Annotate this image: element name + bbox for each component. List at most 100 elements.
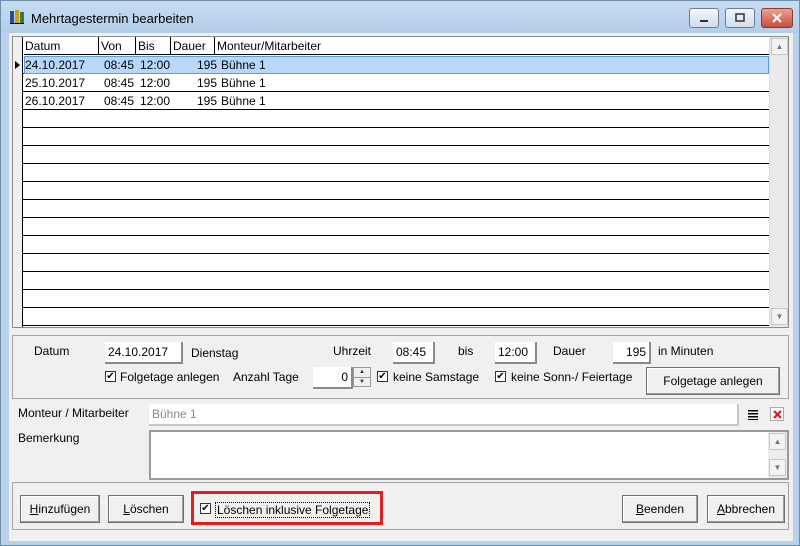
beenden-button[interactable]: Beenden xyxy=(622,495,698,523)
keine-samstage-checkbox[interactable]: ✔ xyxy=(377,371,388,382)
column-header-von[interactable]: Von xyxy=(101,39,122,53)
minimize-icon xyxy=(700,20,708,22)
anzahl-tage-spinner[interactable]: ▲ ▼ xyxy=(353,367,371,387)
abbrechen-button[interactable]: Abbrechen xyxy=(707,495,785,523)
empty-table-row xyxy=(13,164,769,182)
scroll-down-icon[interactable]: ▼ xyxy=(771,308,788,325)
anzahl-tage-field[interactable]: 0 xyxy=(313,367,353,389)
hinzufuegen-button[interactable]: Hinzufügen xyxy=(20,495,100,523)
column-header-datum[interactable]: Datum xyxy=(25,39,60,53)
folgetage-checkbox-label: Folgetage anlegen xyxy=(120,370,220,384)
cell-von: 08:45 xyxy=(104,58,135,72)
maximize-icon xyxy=(735,13,745,22)
cell-dauer: 195 xyxy=(196,94,217,108)
cell-dauer: 195 xyxy=(196,76,217,90)
grid-rows: 24.10.2017 08:45 12:00 195 Bühne 1 25.10… xyxy=(13,56,769,326)
bemerkung-label: Bemerkung xyxy=(18,431,80,445)
appointment-detail-panel: Datum 24.10.2017 Dienstag Uhrzeit 08:45 … xyxy=(12,335,789,399)
window-title: Mehrtagestermin bearbeiten xyxy=(31,11,194,26)
keine-sonn-checkbox[interactable]: ✔ xyxy=(495,371,506,382)
dialog-window: Mehrtagestermin bearbeiten Datum Von Bis… xyxy=(0,0,800,546)
column-header-dauer[interactable]: Dauer xyxy=(173,39,206,53)
loeschen-folgetage-label[interactable]: Löschen inklusive Folgetage xyxy=(215,502,371,518)
title-bar[interactable]: Mehrtagestermin bearbeiten xyxy=(1,1,799,33)
empty-table-row xyxy=(13,218,769,236)
empty-table-row xyxy=(13,236,769,254)
spin-down-icon[interactable]: ▼ xyxy=(354,377,370,386)
table-row[interactable]: 24.10.2017 08:45 12:00 195 Bühne 1 xyxy=(13,56,769,74)
app-icon xyxy=(10,10,24,24)
memo-scrollbar[interactable]: ▲ ▼ xyxy=(768,432,787,478)
hinzufuegen-label: inzufügen xyxy=(38,502,91,516)
close-button[interactable] xyxy=(761,8,793,28)
dauer-field[interactable]: 195 xyxy=(613,342,651,364)
cell-monteur: Bühne 1 xyxy=(221,94,266,108)
cell-monteur: Bühne 1 xyxy=(221,76,266,90)
clear-monteur-button[interactable] xyxy=(770,407,784,421)
maximize-button[interactable] xyxy=(725,8,755,28)
keine-samstage-label: keine Samstage xyxy=(393,370,480,384)
scroll-up-icon[interactable]: ▲ xyxy=(769,433,786,450)
anzahl-tage-label: Anzahl Tage xyxy=(233,370,299,384)
appointments-grid[interactable]: Datum Von Bis Dauer Monteur/Mitarbeiter … xyxy=(12,36,789,328)
cell-datum: 24.10.2017 xyxy=(25,58,86,72)
grid-header: Datum Von Bis Dauer Monteur/Mitarbeiter xyxy=(24,37,769,55)
abbrechen-label: bbrechen xyxy=(724,502,776,516)
minutes-label: in Minuten xyxy=(658,344,714,358)
cell-datum: 25.10.2017 xyxy=(25,76,86,90)
empty-table-row xyxy=(13,110,769,128)
minimize-button[interactable] xyxy=(689,8,719,28)
empty-table-row xyxy=(13,254,769,272)
column-header-monteur[interactable]: Monteur/Mitarbeiter xyxy=(217,39,321,53)
folgetage-checkbox[interactable]: ✔ xyxy=(105,371,116,382)
dauer-label: Dauer xyxy=(553,344,586,358)
empty-table-row xyxy=(13,128,769,146)
cell-bis: 12:00 xyxy=(140,58,171,72)
cell-von: 08:45 xyxy=(104,76,135,90)
list-icon[interactable] xyxy=(747,408,759,420)
empty-table-row xyxy=(13,200,769,218)
cell-bis: 12:00 xyxy=(140,76,171,90)
datum-field[interactable]: 24.10.2017 xyxy=(105,342,183,364)
scroll-up-icon[interactable]: ▲ xyxy=(771,38,788,55)
column-header-bis[interactable]: Bis xyxy=(138,39,155,53)
dialog-client-area: Datum Von Bis Dauer Monteur/Mitarbeiter … xyxy=(9,33,793,541)
abbrechen-mnemonic: A xyxy=(716,502,725,516)
table-row[interactable]: 25.10.2017 08:45 12:00 195 Bühne 1 xyxy=(13,74,769,92)
loeschen-label: öschen xyxy=(129,502,169,516)
uhrzeit-label: Uhrzeit xyxy=(333,344,372,358)
keine-sonn-label: keine Sonn-/ Feiertage xyxy=(511,370,633,384)
table-row[interactable]: 26.10.2017 08:45 12:00 195 Bühne 1 xyxy=(13,92,769,110)
beenden-mnemonic: B xyxy=(635,502,644,516)
folgetage-anlegen-button[interactable]: Folgetage anlegen xyxy=(646,367,780,395)
empty-table-row xyxy=(13,308,769,326)
loeschen-button[interactable]: Löschen xyxy=(108,495,184,523)
cell-von: 08:45 xyxy=(104,94,135,108)
cell-bis: 12:00 xyxy=(140,94,171,108)
loeschen-folgetage-checkbox[interactable]: ✔ xyxy=(200,503,211,514)
bis-label: bis xyxy=(458,344,474,358)
current-row-pointer-icon xyxy=(15,61,20,69)
delete-x-icon xyxy=(773,410,782,419)
datum-label: Datum xyxy=(34,344,70,358)
empty-table-row xyxy=(13,272,769,290)
cell-datum: 26.10.2017 xyxy=(25,94,86,108)
beenden-label: eenden xyxy=(643,502,685,516)
scroll-down-icon[interactable]: ▼ xyxy=(769,459,786,476)
bis-field[interactable]: 12:00 xyxy=(495,342,537,364)
uhrzeit-field[interactable]: 08:45 xyxy=(393,342,435,364)
monteur-label: Monteur / Mitarbeiter xyxy=(18,406,129,420)
empty-table-row xyxy=(13,182,769,200)
cell-dauer: 195 xyxy=(196,58,217,72)
empty-table-row xyxy=(13,146,769,164)
spin-up-icon[interactable]: ▲ xyxy=(354,368,370,377)
loeschen-mnemonic: L xyxy=(123,502,130,516)
bemerkung-field[interactable]: ▲ ▼ xyxy=(149,430,789,480)
monteur-field[interactable]: Bühne 1 xyxy=(149,404,739,426)
hinzufuegen-mnemonic: H xyxy=(29,502,39,516)
grid-scrollbar[interactable]: ▲ ▼ xyxy=(769,37,788,327)
empty-table-row xyxy=(13,290,769,308)
weekday-label: Dienstag xyxy=(191,346,239,360)
close-icon xyxy=(772,13,782,23)
cell-monteur: Bühne 1 xyxy=(221,58,266,72)
